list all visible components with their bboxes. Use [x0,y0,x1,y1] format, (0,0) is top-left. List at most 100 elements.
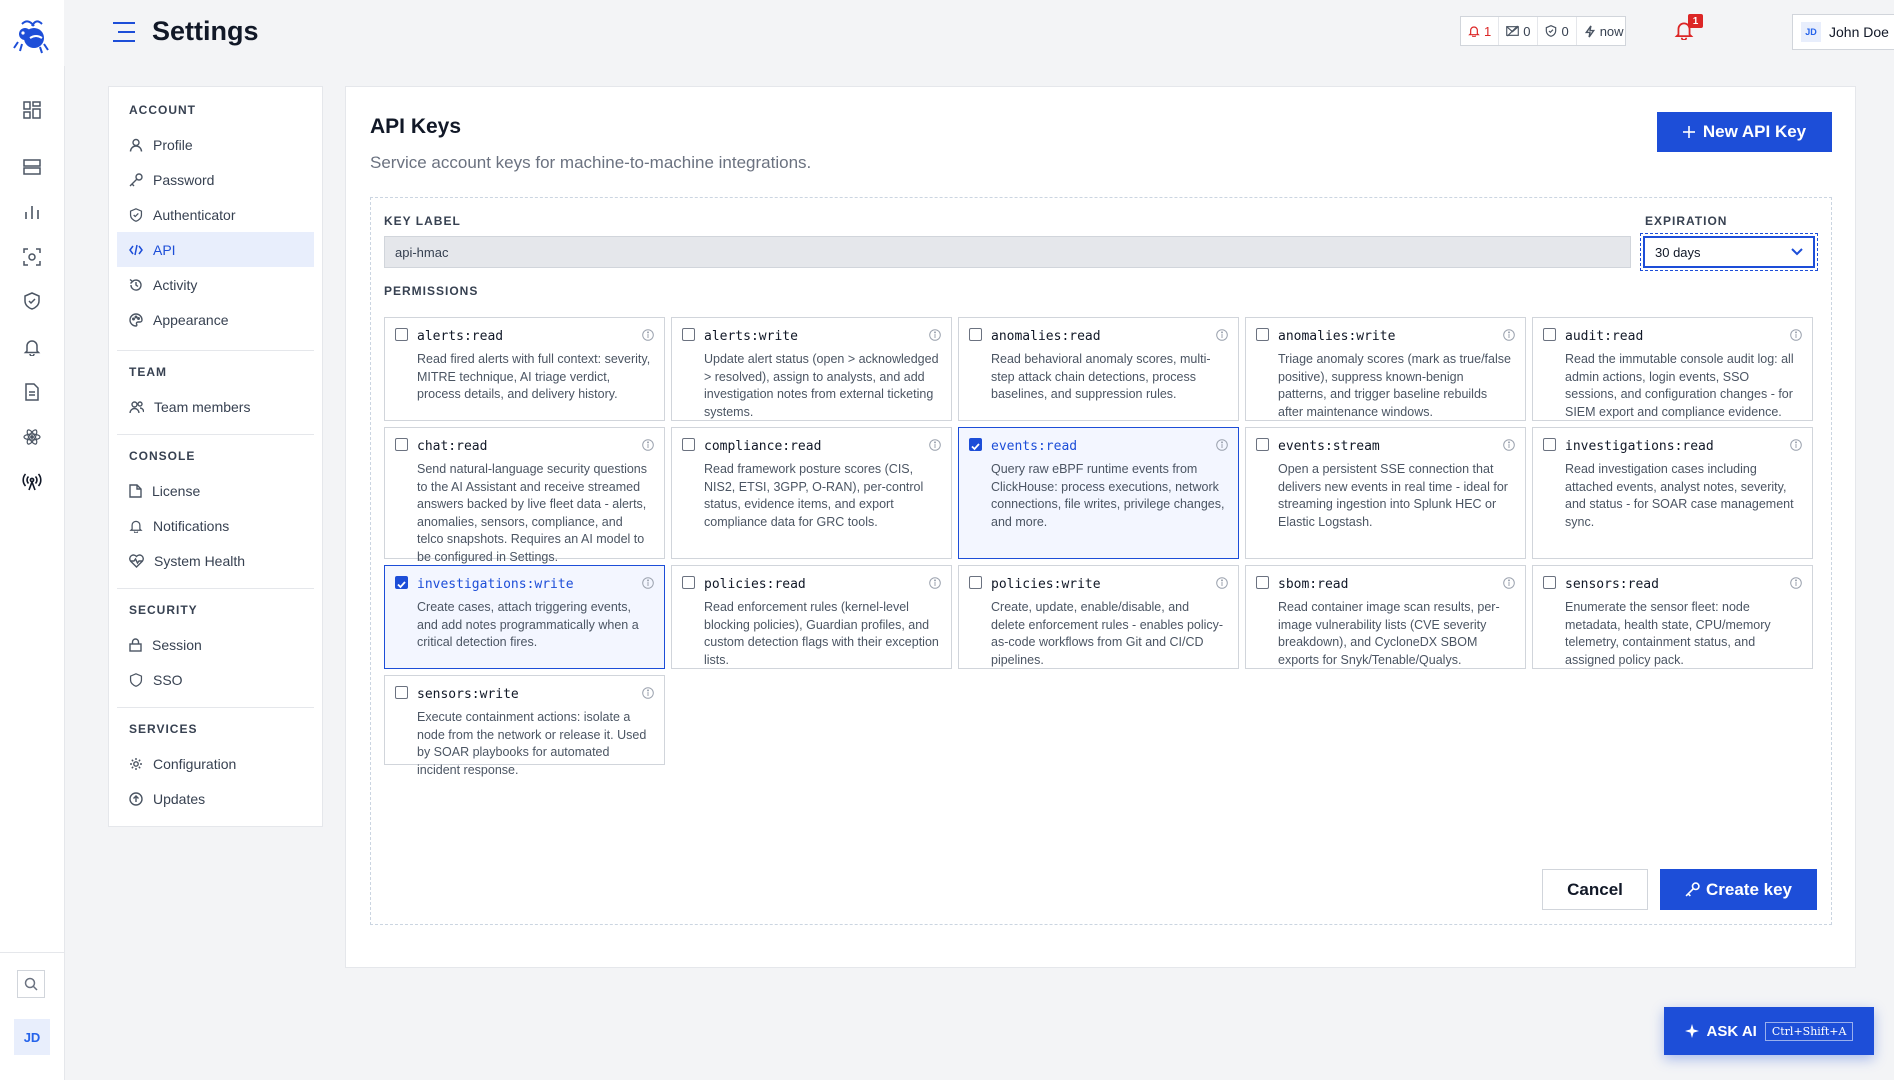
status-shield[interactable]: 0 [1538,17,1577,45]
info-icon[interactable] [642,438,654,456]
permission-name: investigations:write [417,577,574,592]
info-icon[interactable] [929,438,941,456]
status-messages[interactable]: 0 [1499,17,1539,45]
permission-checkbox[interactable] [682,328,695,341]
create-key-button[interactable]: Create key [1660,869,1817,910]
info-icon[interactable] [1790,328,1802,346]
permission-card[interactable]: investigations:read Read investigation ca… [1532,427,1813,559]
permission-checkbox[interactable] [395,438,408,451]
info-icon[interactable] [1503,576,1515,594]
permission-checkbox[interactable] [1256,438,1269,451]
status-sync[interactable]: now [1577,17,1631,45]
nav-item-configuration[interactable]: Configuration [117,746,314,781]
permission-card[interactable]: compliance:read Read framework posture sc… [671,427,952,559]
permission-card[interactable]: alerts:read Read fired alerts with full c… [384,317,665,421]
server-icon[interactable] [20,155,44,179]
avatar[interactable]: JD [14,1019,50,1055]
nav-item-label: Authenticator [153,206,236,223]
nav-item-api[interactable]: API [117,232,314,267]
info-icon[interactable] [1503,438,1515,456]
mail-off-icon [1506,25,1520,37]
nav-item-activity[interactable]: Activity [117,267,314,302]
nav-item-session[interactable]: Session [117,627,314,662]
nav-item-notifications[interactable]: Notifications [117,508,314,543]
info-icon[interactable] [1216,438,1228,456]
permission-checkbox[interactable] [969,576,982,589]
nav-section-title: SECURITY [129,603,198,617]
document-icon[interactable] [20,380,44,404]
nav-item-password[interactable]: Password [117,162,314,197]
permission-checkbox[interactable] [969,438,982,451]
nav-item-updates[interactable]: Updates [117,781,314,816]
permission-card[interactable]: policies:read Read enforcement rules (ker… [671,565,952,669]
permission-checkbox[interactable] [1256,576,1269,589]
info-icon[interactable] [642,576,654,594]
nav-divider [117,588,314,589]
permission-checkbox[interactable] [1256,328,1269,341]
permission-card[interactable]: anomalies:write Triage anomaly scores (ma… [1245,317,1526,421]
info-icon[interactable] [1790,438,1802,456]
nav-item-label: Team members [154,398,251,415]
permission-description: Read the immutable console audit log: al… [1565,352,1794,419]
permission-card[interactable]: alerts:write Update alert status (open > … [671,317,952,421]
shield-check-icon [129,207,143,222]
permission-checkbox[interactable] [969,328,982,341]
nav-item-profile[interactable]: Profile [117,127,314,162]
info-icon[interactable] [929,328,941,346]
permission-checkbox[interactable] [682,576,695,589]
permission-checkbox[interactable] [1543,576,1556,589]
shield-icon[interactable] [20,289,44,313]
atom-icon[interactable] [20,425,44,449]
broadcast-icon[interactable] [20,470,44,494]
expiration-value: 30 days [1655,244,1701,260]
dashboard-icon[interactable] [20,98,44,122]
bell-icon[interactable] [20,335,44,359]
menu-toggle-icon[interactable] [112,21,136,43]
permission-card[interactable]: sbom:read Read container image scan resul… [1245,565,1526,669]
permission-card[interactable]: audit:read Read the immutable console aud… [1532,317,1813,421]
chart-icon[interactable] [20,200,44,224]
permission-card[interactable]: policies:write Create, update, enable/dis… [958,565,1239,669]
permission-checkbox[interactable] [395,328,408,341]
ask-ai-button[interactable]: ASK AI Ctrl+Shift+A [1664,1007,1874,1055]
key-label-input[interactable] [384,236,1631,268]
user-menu[interactable]: JD John Doe [1792,14,1894,50]
permission-card[interactable]: chat:read Send natural-language security … [384,427,665,564]
rail-search-button[interactable] [17,970,45,998]
nav-item-sso[interactable]: SSO [117,662,314,697]
permission-checkbox[interactable] [395,576,408,589]
nav-item-team-members[interactable]: Team members [117,389,314,424]
app-logo-icon[interactable] [12,16,52,54]
settings-nav: ACCOUNT Profile Password Authenticator A… [108,86,323,827]
scan-icon[interactable] [20,245,44,269]
info-icon[interactable] [1216,576,1228,594]
permission-card[interactable]: sensors:write Execute containment actions… [384,675,665,777]
info-icon[interactable] [1503,328,1515,346]
info-icon[interactable] [642,686,654,704]
shield-icon [129,672,143,687]
permission-checkbox[interactable] [682,438,695,451]
info-icon[interactable] [642,328,654,346]
info-icon[interactable] [1790,576,1802,594]
info-icon[interactable] [1216,328,1228,346]
permission-checkbox[interactable] [395,686,408,699]
cancel-button[interactable]: Cancel [1542,869,1648,910]
permission-card[interactable]: events:stream Open a persistent SSE conne… [1245,427,1526,559]
nav-item-license[interactable]: License [117,473,314,508]
nav-item-system-health[interactable]: System Health [117,543,314,578]
permission-checkbox[interactable] [1543,438,1556,451]
info-icon[interactable] [929,576,941,594]
permission-card[interactable]: events:read Query raw eBPF runtime events… [958,427,1239,559]
permission-card[interactable]: investigations:write Create cases, attach… [384,565,665,669]
permission-checkbox[interactable] [1543,328,1556,341]
permission-card[interactable]: anomalies:read Read behavioral anomaly sc… [958,317,1239,421]
permission-card[interactable]: sensors:read Enumerate the sensor fleet: … [1532,565,1813,669]
ask-ai-label: ASK AI [1706,1022,1757,1040]
permission-name: investigations:read [1565,439,1714,454]
nav-item-authenticator[interactable]: Authenticator [117,197,314,232]
nav-item-appearance[interactable]: Appearance [117,302,314,337]
status-alerts[interactable]: 1 [1461,17,1500,45]
new-api-key-button[interactable]: New API Key [1657,112,1832,152]
expiration-select[interactable]: 30 days [1640,233,1818,271]
status-indicators[interactable]: 1 0 0 now [1460,16,1626,46]
